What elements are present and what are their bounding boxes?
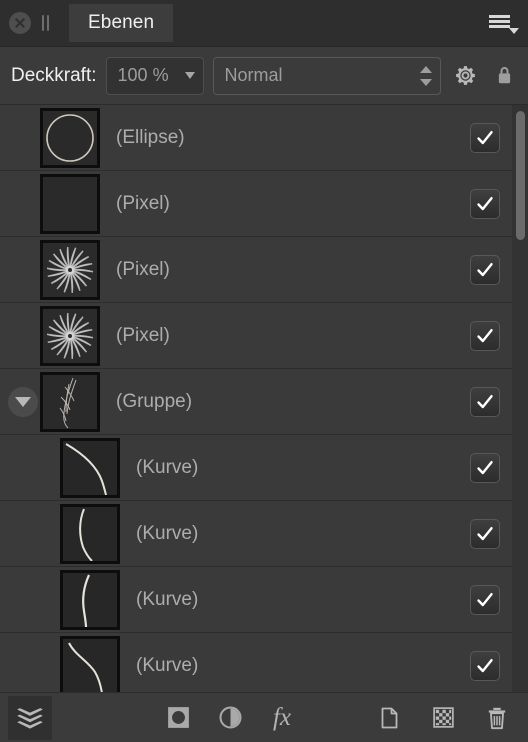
layer-thumbnail-slot (60, 635, 120, 692)
layer-thumbnail-slot (40, 239, 100, 300)
layer-row[interactable]: (Kurve) (0, 501, 528, 567)
opacity-label: Deckkraft: (11, 64, 97, 86)
spinner-arrows-icon[interactable] (420, 64, 432, 88)
layer-name-label: (Gruppe) (116, 390, 193, 412)
scrollbar-thumb[interactable] (516, 110, 525, 240)
titlebar-left-group: Ebenen (0, 0, 174, 46)
hamburger-menu-icon[interactable] (489, 12, 519, 34)
layer-list-scrollbar[interactable] (512, 105, 528, 692)
layer-visibility-checkbox[interactable] (470, 188, 500, 219)
chevron-down-icon[interactable] (8, 386, 38, 417)
layer-thumbnail-slot (40, 173, 100, 234)
layer-thumbnail[interactable] (60, 569, 120, 630)
layer-thumbnail-slot (40, 371, 100, 432)
layer-row[interactable]: (Ellipse) (0, 105, 528, 171)
fx-button[interactable]: fx (261, 697, 303, 739)
layer-visibility-checkbox[interactable] (470, 254, 500, 285)
layer-row[interactable]: (Pixel) (0, 303, 528, 369)
layer-name-label: (Pixel) (116, 324, 170, 346)
layer-thumbnail-slot (40, 107, 100, 168)
layer-thumbnail-slot (60, 569, 120, 630)
opacity-value: 100 % (117, 65, 169, 85)
gear-icon[interactable] (450, 61, 480, 91)
mask-icon[interactable] (157, 697, 199, 739)
layer-thumbnail-slot (60, 503, 120, 564)
layer-thumbnail[interactable] (40, 239, 100, 300)
checkerboard-icon[interactable] (422, 697, 464, 739)
fx-label: fx (272, 704, 292, 731)
layer-name-label: (Kurve) (136, 456, 199, 478)
layer-visibility-checkbox[interactable] (470, 584, 500, 615)
close-circle-icon[interactable] (9, 12, 31, 34)
chevron-down-icon (184, 72, 195, 79)
layer-thumbnail[interactable] (60, 503, 120, 564)
lock-icon[interactable] (489, 61, 519, 91)
layers-stack-icon[interactable] (8, 695, 52, 740)
layer-thumbnail[interactable] (60, 635, 120, 692)
blend-mode-select[interactable]: Normal (212, 56, 441, 95)
titlebar-right-group (489, 0, 528, 46)
panel-titlebar: Ebenen (0, 0, 528, 47)
opacity-input[interactable]: 100 % (105, 56, 204, 95)
layer-row[interactable]: (Kurve) (0, 633, 528, 692)
layer-row[interactable]: (Pixel) (0, 171, 528, 237)
layer-thumbnail[interactable] (60, 437, 120, 498)
tab-ebenen[interactable]: Ebenen (69, 4, 174, 42)
bottom-toolbar-right-group (368, 697, 518, 739)
layer-row[interactable]: (Kurve) (0, 435, 528, 501)
layer-thumbnail-slot (60, 437, 120, 498)
layer-visibility-checkbox[interactable] (470, 122, 500, 153)
layer-thumbnail[interactable] (40, 371, 100, 432)
layer-visibility-checkbox[interactable] (470, 650, 500, 681)
layer-list-container: (Ellipse) (Pixel) (Pixel) (Pixel) (Gruppe) (K… (0, 105, 528, 692)
layer-visibility-checkbox[interactable] (470, 452, 500, 483)
layer-name-label: (Pixel) (116, 258, 170, 280)
adjustment-icon[interactable] (209, 697, 251, 739)
pause-grip-icon[interactable] (40, 15, 52, 31)
bottom-toolbar-left-group (8, 695, 52, 740)
bottom-toolbar-middle-group: fx (157, 697, 303, 739)
layer-visibility-checkbox[interactable] (470, 320, 500, 351)
layer-row[interactable]: (Pixel) (0, 237, 528, 303)
layer-visibility-checkbox[interactable] (470, 518, 500, 549)
blend-mode-value: Normal (224, 65, 283, 85)
layer-row[interactable]: (Gruppe) (0, 369, 528, 435)
layer-visibility-checkbox[interactable] (470, 386, 500, 417)
disclosure-slot (8, 386, 38, 417)
trash-icon[interactable] (476, 697, 518, 739)
layer-options-toolbar: Deckkraft: 100 % Normal (0, 47, 528, 105)
layer-thumbnail[interactable] (40, 305, 100, 366)
layer-list: (Ellipse) (Pixel) (Pixel) (Pixel) (Gruppe) (K… (0, 105, 528, 692)
layer-row[interactable]: (Kurve) (0, 567, 528, 633)
layer-name-label: (Kurve) (136, 654, 199, 676)
new-layer-icon[interactable] (368, 697, 410, 739)
layer-name-label: (Ellipse) (116, 126, 185, 148)
layer-thumbnail[interactable] (40, 107, 100, 168)
layers-bottom-toolbar: fx (0, 692, 528, 742)
layer-thumbnail[interactable] (40, 173, 100, 234)
layer-name-label: (Kurve) (136, 588, 199, 610)
layer-thumbnail-slot (40, 305, 100, 366)
layers-panel: Ebenen Deckkraft: 100 % Normal (Ellipse)… (0, 0, 528, 742)
layer-name-label: (Pixel) (116, 192, 170, 214)
layer-name-label: (Kurve) (136, 522, 199, 544)
